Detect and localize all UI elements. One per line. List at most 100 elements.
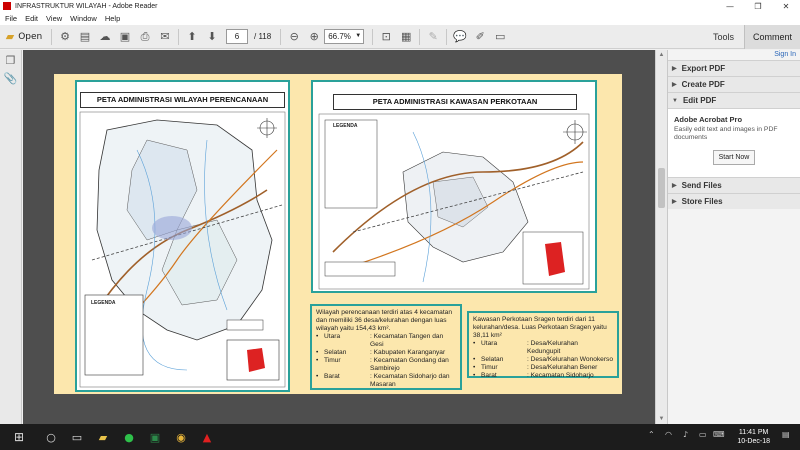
send-files-header[interactable]: ▶ Send Files	[668, 177, 800, 193]
menu-window[interactable]: Window	[70, 14, 97, 23]
list-item: • Timur: Kecamatan Gondang dan Sambirejo	[316, 357, 456, 373]
fit-page-icon[interactable]: ⊡	[376, 28, 396, 46]
previous-page-icon[interactable]: ⬆	[182, 28, 202, 46]
direction-value: : Kabupaten Karanganyar	[370, 349, 446, 356]
chevron-down-icon: ▼	[672, 97, 678, 104]
comment-tab[interactable]: Comment	[744, 25, 800, 49]
toolbar-divider	[372, 28, 374, 45]
task-view-icon[interactable]: ▭	[67, 427, 87, 447]
edit-pdf-body: Adobe Acrobat Pro Easily edit text and i…	[668, 108, 800, 177]
battery-icon[interactable]: ▭	[699, 430, 707, 439]
direction-value: : Kecamatan Tangen dan Gesi	[370, 333, 444, 348]
title-bar: INFRASTRUKTUR WILAYAH - Adobe Reader — ❐…	[0, 0, 800, 12]
notifications-icon[interactable]: ▤	[782, 430, 790, 439]
scroll-up-icon[interactable]: ▲	[656, 52, 667, 58]
language-icon[interactable]: ⌨	[713, 430, 725, 439]
next-page-icon[interactable]: ⬇	[202, 28, 222, 46]
open-button[interactable]: ▰ Open	[0, 28, 48, 46]
minimize-button[interactable]: —	[716, 2, 744, 11]
list-item: • Timur: Desa/Kelurahan Bener	[473, 364, 613, 372]
list-item: • Barat: Kecamatan Sidoharjo dan Masaran	[316, 373, 456, 389]
direction-value: : Kecamatan Sidoharjo dan Masaran	[370, 373, 450, 388]
search-icon[interactable]: ○	[41, 427, 61, 447]
sign-icon[interactable]: ✎	[423, 28, 443, 46]
clock-date: 10-Dec-18	[737, 438, 770, 445]
comment-bubble-icon[interactable]: 💬	[450, 28, 470, 46]
menu-view[interactable]: View	[46, 14, 62, 23]
export-pdf-header[interactable]: ▶ Export PDF	[668, 60, 800, 76]
zoom-value: 66.7%	[328, 32, 351, 41]
line-app-icon[interactable]: ●	[119, 427, 139, 447]
store-files-header[interactable]: ▶ Store Files	[668, 193, 800, 209]
bullet: •	[316, 333, 319, 340]
tools-tab[interactable]: Tools	[703, 32, 744, 42]
wifi-icon[interactable]: ◠	[665, 430, 672, 439]
document-viewport[interactable]: PETA ADMINISTRASI WILAYAH PERENCANAAN LE…	[23, 50, 667, 424]
page-thumbnails-icon[interactable]: ❐	[4, 54, 18, 68]
bullet: •	[473, 364, 476, 371]
highlight-icon[interactable]: ✐	[470, 28, 490, 46]
scroll-mode-icon[interactable]: ▦	[396, 28, 416, 46]
scroll-down-icon[interactable]: ▼	[656, 416, 667, 422]
excel-icon[interactable]: ▣	[145, 427, 165, 447]
folder-icon: ▰	[5, 30, 15, 43]
vertical-scrollbar[interactable]: ▲ ▼	[655, 50, 667, 424]
create-pdf-icon[interactable]: ▤	[75, 28, 95, 46]
menu-edit[interactable]: Edit	[25, 14, 38, 23]
sign-in-link[interactable]: Sign In	[668, 50, 800, 60]
toolbar-divider	[51, 28, 52, 45]
edit-pdf-header[interactable]: ▼ Edit PDF	[668, 92, 800, 108]
open-label: Open	[18, 31, 43, 42]
attachments-icon[interactable]: 📎	[4, 72, 18, 86]
create-pdf-header[interactable]: ▶ Create PDF	[668, 76, 800, 92]
settings-icon[interactable]: ⚙	[55, 28, 75, 46]
menu-help[interactable]: Help	[105, 14, 120, 23]
chrome-icon[interactable]: ◉	[171, 427, 191, 447]
map-title-wilayah: PETA ADMINISTRASI WILAYAH PERENCANAAN	[80, 92, 285, 108]
map-frame-perkotaan: PETA ADMINISTRASI KAWASAN PERKOTAAN LEGE…	[311, 80, 597, 293]
print-icon[interactable]: ⎙	[135, 28, 155, 46]
direction-value: : Desa/Kelurahan Kedungupit	[527, 340, 578, 355]
adobe-reader-icon	[3, 2, 11, 10]
toolbar-divider	[178, 28, 179, 45]
description-box-wilayah: Wilayah perencanaan terdiri atas 4 kecam…	[310, 304, 462, 390]
zoom-in-icon[interactable]: ⊕	[304, 28, 324, 46]
tools-pane: Sign In ▶ Export PDF ▶ Create PDF ▼ Edit PD…	[667, 50, 800, 424]
acrobat-pro-description: Easily edit text and images in PDF docum…	[674, 126, 778, 141]
bullet: •	[316, 349, 319, 356]
menu-bar: File Edit View Window Help	[0, 12, 800, 25]
text-markup-icon[interactable]: ▭	[490, 28, 510, 46]
start-now-button[interactable]: Start Now	[713, 150, 755, 165]
menu-file[interactable]: File	[5, 14, 17, 23]
list-item: • Selatan: Kabupaten Karanganyar	[316, 349, 456, 357]
export-pdf-label: Export PDF	[681, 64, 726, 73]
clock-time: 11:41 PM	[738, 429, 769, 436]
maximize-button[interactable]: ❐	[744, 2, 772, 11]
toolbar-divider	[280, 28, 282, 45]
volume-icon[interactable]: ♪	[683, 430, 688, 439]
box2-intro: Kawasan Perkotaan Sragen terdiri dari 11…	[473, 316, 607, 339]
map-frame-wilayah: PETA ADMINISTRASI WILAYAH PERENCANAAN LE…	[75, 80, 290, 392]
left-navigation-pane: ❐ 📎	[0, 50, 22, 424]
chevron-right-icon: ▶	[672, 183, 677, 189]
zoom-select[interactable]: 66.7% ▼	[324, 29, 365, 44]
network-icon[interactable]: ⌃	[648, 430, 655, 439]
save-icon[interactable]: ▣	[115, 28, 135, 46]
direction-value: : Kecamatan Sidoharjo	[527, 372, 594, 379]
cloud-icon[interactable]: ☁	[95, 28, 115, 46]
list-item: • Barat: Kecamatan Sidoharjo	[473, 372, 613, 380]
file-explorer-icon[interactable]: ▰	[93, 427, 113, 447]
send-files-label: Send Files	[681, 181, 722, 190]
system-clock[interactable]: 11:41 PM 10-Dec-18	[737, 428, 770, 446]
acrobat-icon[interactable]: ▲	[197, 427, 217, 447]
chevron-right-icon: ▶	[672, 82, 677, 88]
windows-start-icon[interactable]: ⊞	[3, 427, 35, 447]
direction-label: Utara	[324, 333, 341, 340]
zoom-out-icon[interactable]: ⊖	[284, 28, 304, 46]
list-item: • Utara : Kecamatan Tangen dan Gesi	[316, 333, 456, 349]
email-icon[interactable]: ✉	[155, 28, 175, 46]
direction-value: : Desa/Kelurahan Bener	[527, 364, 598, 371]
page-number-input[interactable]: 6	[226, 29, 248, 44]
close-button[interactable]: ✕	[772, 2, 800, 11]
scrollbar-thumb[interactable]	[658, 168, 665, 208]
